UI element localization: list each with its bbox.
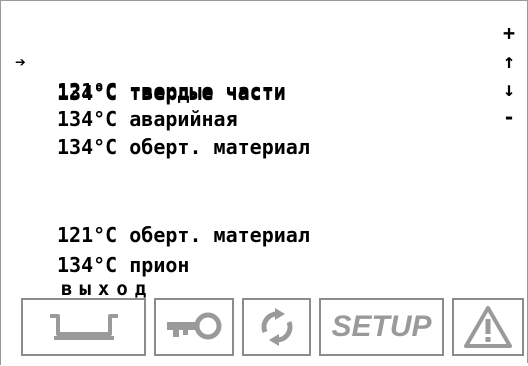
menu-item-label: 134°C прион [57, 253, 190, 277]
warning-button[interactable] [452, 298, 524, 356]
minus-button[interactable]: - [503, 102, 515, 132]
key-button[interactable] [154, 298, 234, 356]
setup-icon: SETUP [331, 310, 432, 343]
menu-item-134-emergency[interactable]: 134°C аварийная [1, 74, 528, 131]
refresh-icon [261, 308, 292, 346]
plus-button[interactable]: + [503, 18, 515, 48]
refresh-button[interactable] [242, 298, 311, 356]
menu-item-121-solid[interactable]: 121°C твердые части [1, 46, 528, 103]
menu-item-134-wrapped[interactable]: 134°C оберт. материал [1, 102, 528, 159]
menu-item-label: 134°C оберт. материал [57, 135, 310, 159]
down-arrow-button[interactable]: ↓ [503, 74, 515, 104]
setup-button[interactable]: SETUP [319, 298, 444, 356]
tray-button[interactable] [21, 298, 146, 356]
program-selection-screen: ➔ 134°C твердые части 121°C твердые част… [0, 0, 528, 366]
menu-item-121-wrapped[interactable]: 121°C оберт. материал [1, 190, 528, 247]
menu-item-134-prion[interactable]: 134°C прион [1, 220, 528, 277]
key-icon [167, 312, 222, 340]
menu-item-134-solid[interactable]: ➔ 134°C твердые части [1, 18, 528, 105]
warning-icon [464, 306, 512, 348]
up-arrow-button[interactable]: ↑ [503, 46, 515, 76]
tray-icon [49, 314, 118, 340]
